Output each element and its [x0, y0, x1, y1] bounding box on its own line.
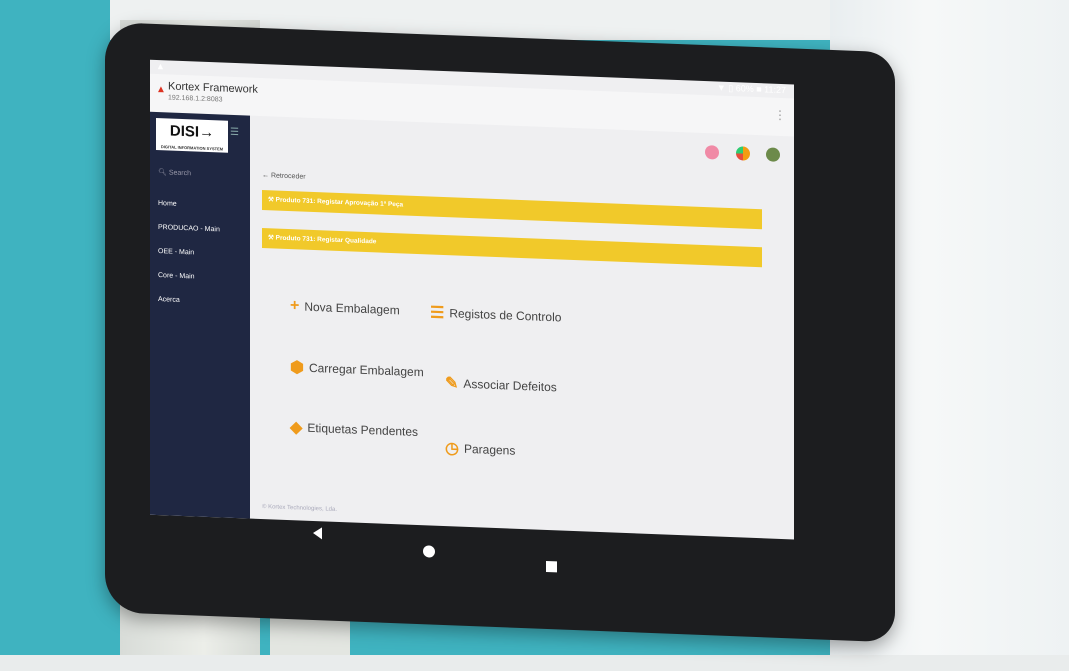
- sidebar-item-oee[interactable]: OEE - Main: [158, 248, 194, 256]
- search-icon: 🔍︎: [158, 169, 167, 177]
- tags-icon: ◆: [290, 419, 303, 437]
- registos-controlo-label: Registos de Controlo: [449, 306, 562, 325]
- banner-qualidade[interactable]: ⚒ Produto 731: Registar Qualidade: [262, 228, 762, 268]
- etiquetas-pendentes-button[interactable]: ◆ Etiquetas Pendentes: [290, 417, 418, 442]
- carregar-embalagem-button[interactable]: ⬢ Carregar Embalagem: [290, 357, 424, 382]
- logo: DISI→ DIGITAL INFORMATION SYSTEM: [156, 117, 228, 153]
- recents-nav-icon[interactable]: [546, 560, 557, 573]
- clock-icon: ◷: [445, 440, 459, 458]
- sidebar-item-home[interactable]: Home: [158, 200, 177, 208]
- list-icon: ☰: [430, 304, 445, 323]
- avatar[interactable]: [766, 147, 780, 162]
- hamburger-icon[interactable]: ☰: [230, 127, 239, 138]
- carregar-embalagem-label: Carregar Embalagem: [308, 360, 424, 380]
- logo-text: DISI→: [169, 122, 215, 142]
- app-title: Kortex Framework: [168, 80, 258, 96]
- sidebar-item-producao[interactable]: PRODUCAO - Main: [158, 224, 220, 233]
- status-left: ▲: [156, 60, 165, 72]
- search-placeholder: Search: [168, 169, 192, 178]
- header-icons: [693, 143, 780, 164]
- home-nav-icon[interactable]: [423, 545, 435, 558]
- associar-defeitos-button[interactable]: ✎ Associar Defeitos: [445, 373, 557, 397]
- search-field[interactable]: 🔍︎ Search: [158, 168, 191, 177]
- paragens-label: Paragens: [463, 441, 516, 458]
- tablet-screen: ▲ ▼ ▯ 60% ■ 11:27 ▲ Kortex Framework 192…: [150, 59, 794, 540]
- warning-icon: ▲: [156, 83, 166, 96]
- edit-icon: ✎: [445, 375, 459, 393]
- associar-defeitos-label: Associar Defeitos: [463, 376, 557, 395]
- footer-text: © Kortex Technologies, Lda.: [262, 504, 338, 513]
- sidebar: DISI→ DIGITAL INFORMATION SYSTEM ☰ 🔍︎ Se…: [150, 111, 250, 519]
- plus-icon: +: [290, 297, 300, 315]
- notification-icon[interactable]: [705, 144, 720, 160]
- back-link[interactable]: ← Retroceder: [262, 172, 306, 181]
- overflow-menu-icon[interactable]: ⋮: [774, 108, 786, 122]
- banner-aprovacao[interactable]: ⚒ Produto 731: Registar Aprovação 1ª Peç…: [262, 190, 762, 230]
- status-icon[interactable]: [735, 145, 750, 161]
- main-content: ← Retroceder ⚒ Produto 731: Registar Apr…: [250, 116, 794, 540]
- floor-strip: [0, 655, 1069, 671]
- registos-controlo-button[interactable]: ☰ Registos de Controlo: [430, 302, 561, 327]
- paragens-button[interactable]: ◷ Paragens: [445, 438, 515, 461]
- nova-embalagem-button[interactable]: + Nova Embalagem: [290, 297, 400, 319]
- etiquetas-pendentes-label: Etiquetas Pendentes: [307, 420, 419, 440]
- app-address: 192.168.1.2:8083: [168, 94, 223, 104]
- back-nav-icon[interactable]: [313, 526, 322, 540]
- logo-subtitle: DIGITAL INFORMATION SYSTEM: [160, 144, 224, 152]
- sidebar-item-acerca[interactable]: Acerca: [158, 296, 180, 304]
- status-right: ▼ ▯ 60% ■ 11:27: [716, 82, 786, 96]
- box-icon: ⬢: [290, 359, 304, 377]
- tablet-device: ▲ ▼ ▯ 60% ■ 11:27 ▲ Kortex Framework 192…: [105, 22, 895, 643]
- nova-embalagem-label: Nova Embalagem: [304, 299, 400, 318]
- sidebar-item-core[interactable]: Core - Main: [158, 272, 195, 280]
